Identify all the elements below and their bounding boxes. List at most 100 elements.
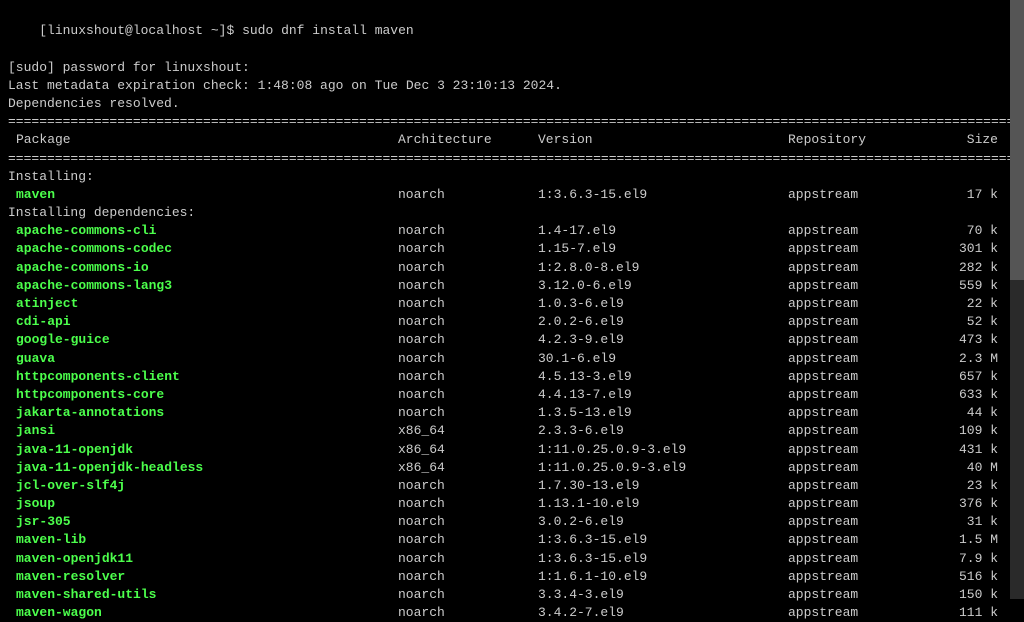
package-version: 3.12.0-6.el9	[538, 277, 788, 295]
dependencies-list: apache-commons-clinoarch1.4-17.el9appstr…	[8, 222, 1016, 622]
package-version: 2.3.3-6.el9	[538, 422, 788, 440]
package-repo: appstream	[788, 331, 938, 349]
package-size: 52 k	[938, 313, 998, 331]
package-size: 17 k	[938, 186, 998, 204]
package-version: 2.0.2-6.el9	[538, 313, 788, 331]
package-arch: noarch	[398, 350, 538, 368]
package-arch: noarch	[398, 386, 538, 404]
package-repo: appstream	[788, 386, 938, 404]
package-name: jansi	[8, 422, 398, 440]
package-version: 1:2.8.0-8.el9	[538, 259, 788, 277]
package-arch: noarch	[398, 331, 538, 349]
package-version: 3.0.2-6.el9	[538, 513, 788, 531]
package-version: 1:1.6.1-10.el9	[538, 568, 788, 586]
package-row: google-guicenoarch4.2.3-9.el9appstream47…	[8, 331, 1016, 349]
package-version: 1:11.0.25.0.9-3.el9	[538, 459, 788, 477]
package-repo: appstream	[788, 531, 938, 549]
package-size: 376 k	[938, 495, 998, 513]
package-name: java-11-openjdk	[8, 441, 398, 459]
package-repo: appstream	[788, 513, 938, 531]
package-arch: noarch	[398, 186, 538, 204]
package-name: jsoup	[8, 495, 398, 513]
package-repo: appstream	[788, 350, 938, 368]
package-repo: appstream	[788, 586, 938, 604]
package-row: apache-commons-lang3noarch3.12.0-6.el9ap…	[8, 277, 1016, 295]
package-name: jakarta-annotations	[8, 404, 398, 422]
package-name: maven-shared-utils	[8, 586, 398, 604]
package-row: maven-shared-utilsnoarch3.3.4-3.el9appst…	[8, 586, 1016, 604]
command-line: [linuxshout@localhost ~]$ sudo dnf insta…	[8, 4, 1016, 59]
package-version: 1.3.5-13.el9	[538, 404, 788, 422]
package-size: 31 k	[938, 513, 998, 531]
package-size: 473 k	[938, 331, 998, 349]
package-name: atinject	[8, 295, 398, 313]
package-row: cdi-apinoarch2.0.2-6.el9appstream52 k	[8, 313, 1016, 331]
package-arch: noarch	[398, 531, 538, 549]
package-repo: appstream	[788, 313, 938, 331]
package-size: 7.9 k	[938, 550, 998, 568]
package-arch: noarch	[398, 222, 538, 240]
package-repo: appstream	[788, 186, 938, 204]
package-size: 44 k	[938, 404, 998, 422]
column-headers: Package Architecture Version Repository …	[8, 131, 1016, 149]
package-version: 1.15-7.el9	[538, 240, 788, 258]
package-row: httpcomponents-corenoarch4.4.13-7.el9app…	[8, 386, 1016, 404]
package-arch: noarch	[398, 240, 538, 258]
package-repo: appstream	[788, 240, 938, 258]
package-arch: noarch	[398, 313, 538, 331]
package-arch: noarch	[398, 604, 538, 622]
package-size: 111 k	[938, 604, 998, 622]
package-repo: appstream	[788, 477, 938, 495]
package-size: 633 k	[938, 386, 998, 404]
sudo-password-prompt: [sudo] password for linuxshout:	[8, 59, 1016, 77]
package-row: jsoupnoarch1.13.1-10.el9appstream376 k	[8, 495, 1016, 513]
package-repo: appstream	[788, 441, 938, 459]
scrollbar-vertical[interactable]	[1010, 0, 1024, 599]
package-arch: noarch	[398, 259, 538, 277]
package-version: 3.4.2-7.el9	[538, 604, 788, 622]
package-arch: x86_64	[398, 441, 538, 459]
package-name: jsr-305	[8, 513, 398, 531]
package-repo: appstream	[788, 550, 938, 568]
package-arch: noarch	[398, 295, 538, 313]
package-row-main: maven noarch 1:3.6.3-15.el9 appstream 17…	[8, 186, 1016, 204]
package-repo: appstream	[788, 259, 938, 277]
package-version: 1:3.6.3-15.el9	[538, 550, 788, 568]
package-name: google-guice	[8, 331, 398, 349]
package-repo: appstream	[788, 604, 938, 622]
package-name: apache-commons-cli	[8, 222, 398, 240]
package-row: jsr-305noarch3.0.2-6.el9appstream31 k	[8, 513, 1016, 531]
package-row: apache-commons-clinoarch1.4-17.el9appstr…	[8, 222, 1016, 240]
package-version: 4.5.13-3.el9	[538, 368, 788, 386]
scrollbar-thumb[interactable]	[1010, 0, 1024, 280]
package-name: httpcomponents-client	[8, 368, 398, 386]
header-repo: Repository	[788, 131, 938, 149]
package-row: java-11-openjdkx86_641:11.0.25.0.9-3.el9…	[8, 441, 1016, 459]
package-name: maven	[8, 186, 398, 204]
package-name: jcl-over-slf4j	[8, 477, 398, 495]
package-version: 1.0.3-6.el9	[538, 295, 788, 313]
package-version: 3.3.4-3.el9	[538, 586, 788, 604]
package-version: 1.13.1-10.el9	[538, 495, 788, 513]
header-package: Package	[8, 131, 398, 149]
package-name: maven-resolver	[8, 568, 398, 586]
package-name: cdi-api	[8, 313, 398, 331]
package-name: apache-commons-codec	[8, 240, 398, 258]
package-row: apache-commons-codecnoarch1.15-7.el9apps…	[8, 240, 1016, 258]
package-repo: appstream	[788, 459, 938, 477]
metadata-line: Last metadata expiration check: 1:48:08 …	[8, 77, 1016, 95]
package-size: 516 k	[938, 568, 998, 586]
package-repo: appstream	[788, 568, 938, 586]
package-repo: appstream	[788, 422, 938, 440]
package-repo: appstream	[788, 368, 938, 386]
header-arch: Architecture	[398, 131, 538, 149]
package-version: 30.1-6.el9	[538, 350, 788, 368]
package-arch: noarch	[398, 568, 538, 586]
shell-prompt: [linuxshout@localhost ~]$	[39, 23, 234, 38]
package-version: 4.2.3-9.el9	[538, 331, 788, 349]
package-row: httpcomponents-clientnoarch4.5.13-3.el9a…	[8, 368, 1016, 386]
package-size: 70 k	[938, 222, 998, 240]
package-repo: appstream	[788, 404, 938, 422]
package-size: 282 k	[938, 259, 998, 277]
package-row: atinjectnoarch1.0.3-6.el9appstream22 k	[8, 295, 1016, 313]
